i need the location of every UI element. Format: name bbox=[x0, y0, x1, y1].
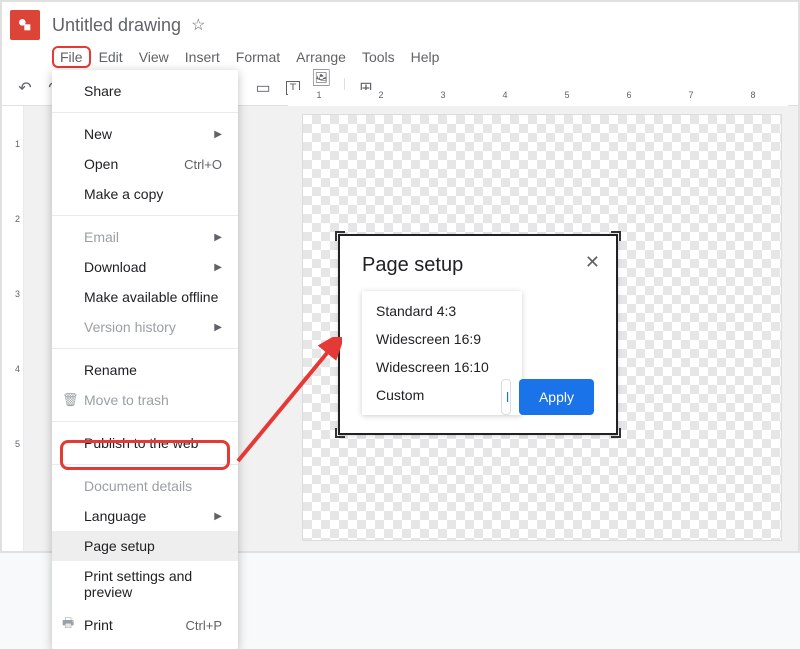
ruler-tick: 6 bbox=[598, 90, 660, 106]
ruler-tick: 1 bbox=[2, 106, 23, 181]
file-dropdown-menu: Share New ▶ Open Ctrl+O Make a copy Email ▶… bbox=[52, 70, 238, 649]
dialog-title: Page setup bbox=[362, 254, 594, 277]
label: Make available offline bbox=[84, 289, 218, 305]
menu-item-new[interactable]: New ▶ bbox=[52, 119, 238, 149]
menu-arrange[interactable]: Arrange bbox=[288, 46, 354, 68]
menu-item-move-trash[interactable]: 🗑Move to trash bbox=[52, 385, 238, 415]
ruler-tick: 2 bbox=[350, 90, 412, 106]
label: Share bbox=[84, 83, 121, 99]
shortcut: Ctrl+P bbox=[186, 618, 222, 633]
selection-handle bbox=[611, 231, 621, 241]
chevron-right-icon: ▶ bbox=[214, 322, 222, 333]
menu-item-page-setup[interactable]: Page setup bbox=[52, 531, 238, 561]
zoom-fit-icon[interactable]: ▭ bbox=[251, 76, 275, 100]
page-setup-dialog: Page setup ✕ Standard 4:3 Widescreen 16:… bbox=[338, 234, 618, 435]
label: Rename bbox=[84, 362, 137, 378]
menu-item-download[interactable]: Download ▶ bbox=[52, 252, 238, 282]
menu-item-make-copy[interactable]: Make a copy bbox=[52, 179, 238, 209]
menu-item-rename[interactable]: Rename bbox=[52, 355, 238, 385]
ruler-tick: 8 bbox=[722, 90, 784, 106]
chevron-right-icon: ▶ bbox=[214, 129, 222, 140]
chevron-right-icon: ▶ bbox=[214, 511, 222, 522]
label: Make a copy bbox=[84, 186, 163, 202]
trash-icon: 🗑 bbox=[62, 392, 80, 408]
chevron-right-icon: ▶ bbox=[214, 262, 222, 273]
aspect-ratio-select[interactable]: Standard 4:3 Widescreen 16:9 Widescreen … bbox=[362, 291, 522, 415]
option-widescreen-1610[interactable]: Widescreen 16:10 bbox=[362, 353, 522, 381]
menu-item-print[interactable]: 🖶Print Ctrl+P bbox=[52, 607, 238, 643]
document-title[interactable]: Untitled drawing bbox=[52, 15, 181, 36]
horizontal-ruler: 12345678 bbox=[288, 90, 788, 106]
divider bbox=[52, 215, 238, 216]
label: Version history bbox=[84, 319, 176, 335]
menu-item-document-details[interactable]: Document details bbox=[52, 471, 238, 501]
selection-handle bbox=[611, 428, 621, 438]
apply-button[interactable]: Apply bbox=[519, 379, 594, 415]
ruler-tick: 5 bbox=[536, 90, 598, 106]
label: Download bbox=[84, 259, 146, 275]
label: Language bbox=[84, 508, 146, 524]
divider bbox=[52, 112, 238, 113]
menu-item-version-history[interactable]: Version history ▶ bbox=[52, 312, 238, 342]
label: Document details bbox=[84, 478, 192, 494]
menu-item-open[interactable]: Open Ctrl+O bbox=[52, 149, 238, 179]
ruler-tick: 4 bbox=[474, 90, 536, 106]
menu-view[interactable]: View bbox=[131, 46, 177, 68]
chevron-right-icon: ▶ bbox=[214, 232, 222, 243]
label: Open bbox=[84, 156, 118, 172]
option-custom[interactable]: Custom bbox=[362, 381, 522, 409]
divider bbox=[52, 421, 238, 422]
menu-tools[interactable]: Tools bbox=[354, 46, 403, 68]
menu-help[interactable]: Help bbox=[403, 46, 448, 68]
close-icon[interactable]: ✕ bbox=[585, 252, 600, 273]
menu-edit[interactable]: Edit bbox=[91, 46, 131, 68]
dialog-actions: l Apply bbox=[501, 379, 594, 415]
label: Page setup bbox=[84, 538, 155, 554]
star-icon[interactable]: ☆ bbox=[191, 15, 205, 35]
title-bar: Untitled drawing ☆ bbox=[2, 2, 798, 44]
label: Email bbox=[84, 229, 119, 245]
menu-bar: File Edit View Insert Format Arrange Too… bbox=[2, 44, 798, 70]
menu-item-share[interactable]: Share bbox=[52, 76, 238, 106]
label: New bbox=[84, 126, 112, 142]
menu-item-offline[interactable]: Make available offline bbox=[52, 282, 238, 312]
ruler-tick: 5 bbox=[2, 406, 23, 481]
label: Publish to the web bbox=[84, 435, 198, 451]
menu-format[interactable]: Format bbox=[228, 46, 288, 68]
menu-file[interactable]: File bbox=[52, 46, 91, 68]
option-standard[interactable]: Standard 4:3 bbox=[362, 297, 522, 325]
label: Print bbox=[84, 617, 113, 633]
menu-item-print-preview[interactable]: Print settings and preview bbox=[52, 561, 238, 607]
ruler-tick: 2 bbox=[2, 181, 23, 256]
option-widescreen-169[interactable]: Widescreen 16:9 bbox=[362, 325, 522, 353]
divider bbox=[52, 464, 238, 465]
vertical-ruler: 12345 bbox=[2, 106, 24, 551]
ruler-tick: 1 bbox=[288, 90, 350, 106]
undo-icon[interactable]: ↶ bbox=[13, 76, 37, 100]
print-icon: 🖶 bbox=[62, 614, 80, 636]
shapes-icon bbox=[17, 17, 33, 33]
divider bbox=[52, 348, 238, 349]
ruler-tick: 4 bbox=[2, 331, 23, 406]
drawings-logo-icon bbox=[10, 10, 40, 40]
label: Print settings and preview bbox=[84, 568, 222, 600]
menu-item-email[interactable]: Email ▶ bbox=[52, 222, 238, 252]
menu-insert[interactable]: Insert bbox=[177, 46, 228, 68]
selection-handle bbox=[335, 231, 345, 241]
menu-item-publish[interactable]: Publish to the web bbox=[52, 428, 238, 458]
shortcut: Ctrl+O bbox=[184, 157, 222, 172]
ruler-tick: 3 bbox=[412, 90, 474, 106]
cancel-button[interactable]: l bbox=[501, 379, 511, 415]
ruler-tick: 7 bbox=[660, 90, 722, 106]
ruler-tick: 3 bbox=[2, 256, 23, 331]
label: Move to trash bbox=[84, 392, 169, 408]
menu-item-language[interactable]: Language ▶ bbox=[52, 501, 238, 531]
selection-handle bbox=[335, 428, 345, 438]
